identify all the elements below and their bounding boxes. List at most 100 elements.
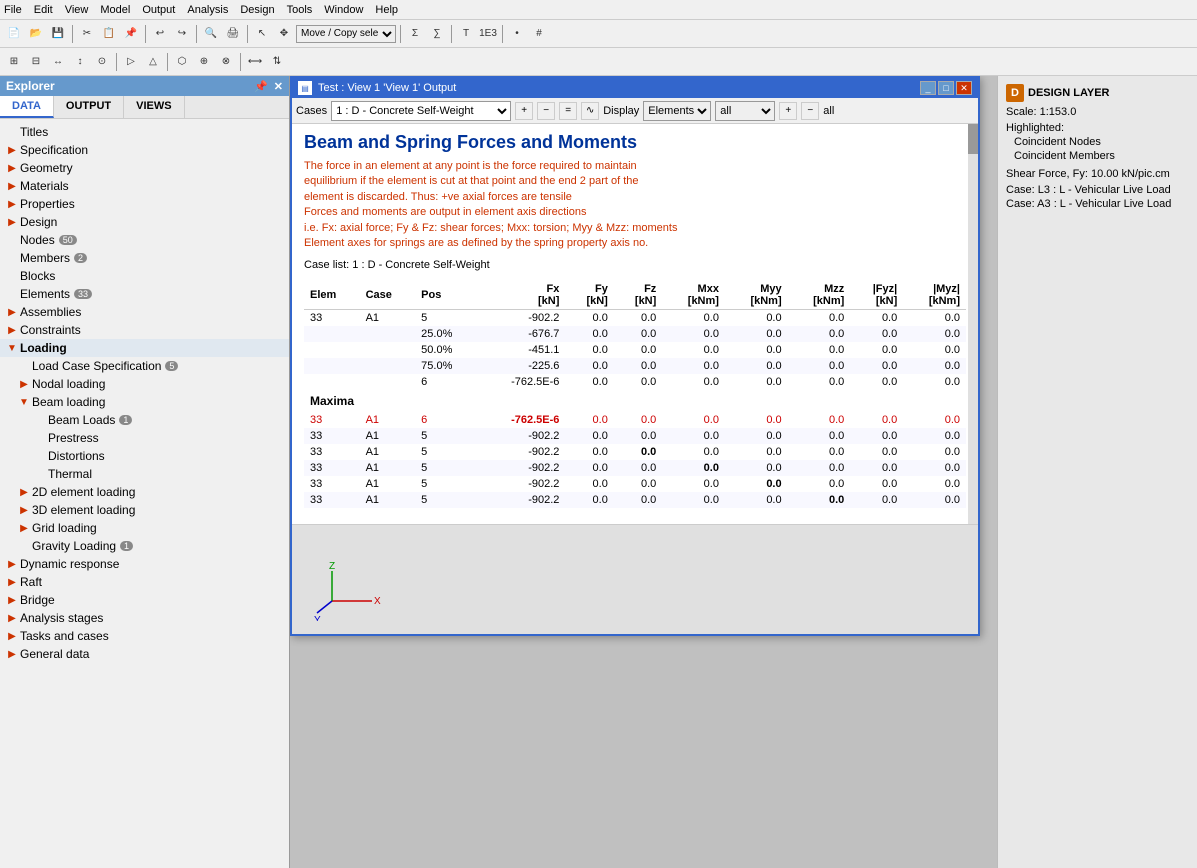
tree-item-2d-element-loading[interactable]: ▶ 2D element loading: [0, 483, 289, 501]
tree-item-blocks[interactable]: Blocks: [0, 267, 289, 285]
mdi-eq-btn[interactable]: =: [559, 102, 577, 120]
tree-item-nodes[interactable]: Nodes 50: [0, 231, 289, 249]
tree-item-raft[interactable]: ▶ Raft: [0, 573, 289, 591]
zoom-btn[interactable]: 🔍: [201, 24, 221, 44]
sum-btn[interactable]: ∑: [427, 24, 447, 44]
case-select[interactable]: 1 : D - Concrete Self-Weight: [331, 101, 511, 121]
print-btn[interactable]: 🖨: [223, 24, 243, 44]
tb2-btn11[interactable]: ⟷: [245, 52, 265, 72]
tree-item-specification[interactable]: ▶ Specification: [0, 141, 289, 159]
tb2-btn9[interactable]: ⊕: [194, 52, 214, 72]
cell-case: A1: [360, 310, 416, 327]
tree-item-general-data[interactable]: ▶ General data: [0, 645, 289, 663]
tree-item-beam-loads[interactable]: Beam Loads 1: [0, 411, 289, 429]
mdi-plus-btn[interactable]: +: [515, 102, 533, 120]
new-btn[interactable]: 📄: [4, 24, 24, 44]
tb2-btn5[interactable]: ⊙: [92, 52, 112, 72]
undo-btn[interactable]: ↩: [150, 24, 170, 44]
text-btn[interactable]: T: [456, 24, 476, 44]
cell-fyz: 0.0: [850, 342, 903, 358]
cell-fz: 0.0: [614, 460, 662, 476]
tree-item-bridge[interactable]: ▶ Bridge: [0, 591, 289, 609]
move-copy-select[interactable]: Move / Copy sele: [296, 25, 396, 43]
tree-item-design[interactable]: ▶ Design: [0, 213, 289, 231]
tree-item-assemblies[interactable]: ▶ Assemblies: [0, 303, 289, 321]
cell-myy: 0.0: [725, 412, 788, 428]
mdi-plus2-btn[interactable]: +: [779, 102, 797, 120]
open-btn[interactable]: 📂: [26, 24, 46, 44]
display-select[interactable]: Elements: [643, 101, 711, 121]
menu-help[interactable]: Help: [375, 4, 398, 16]
tree-item-prestress[interactable]: Prestress: [0, 429, 289, 447]
tree-item-constraints[interactable]: ▶ Constraints: [0, 321, 289, 339]
select-btn[interactable]: ↖: [252, 24, 272, 44]
redo-btn[interactable]: ↪: [172, 24, 192, 44]
menu-analysis[interactable]: Analysis: [187, 4, 228, 16]
node-btn[interactable]: •: [507, 24, 527, 44]
tree-item-3d-element-loading[interactable]: ▶ 3D element loading: [0, 501, 289, 519]
save-btn[interactable]: 💾: [48, 24, 68, 44]
cut-btn[interactable]: ✂: [77, 24, 97, 44]
menu-view[interactable]: View: [65, 4, 89, 16]
tree-item-distortions[interactable]: Distortions: [0, 447, 289, 465]
mdi-minus2-btn[interactable]: −: [801, 102, 819, 120]
tab-views[interactable]: VIEWS: [124, 96, 184, 118]
explorer-close[interactable]: ✕: [274, 80, 283, 93]
menu-window[interactable]: Window: [324, 4, 363, 16]
tb2-btn1[interactable]: ⊞: [4, 52, 24, 72]
tree-item-analysis-stages[interactable]: ▶ Analysis stages: [0, 609, 289, 627]
tree-item-members[interactable]: Members 2: [0, 249, 289, 267]
table-container[interactable]: Beam and Spring Forces and Moments The f…: [292, 124, 978, 524]
menu-file[interactable]: File: [4, 4, 22, 16]
tb2-btn10[interactable]: ⊗: [216, 52, 236, 72]
menu-model[interactable]: Model: [100, 4, 130, 16]
tree-item-dynamic-response[interactable]: ▶ Dynamic response: [0, 555, 289, 573]
annotate-btn[interactable]: 1E3: [478, 24, 498, 44]
mdi-minus-btn[interactable]: −: [537, 102, 555, 120]
tree-item-load-case-spec[interactable]: Load Case Specification 5: [0, 357, 289, 375]
tree-item-tasks-and-cases[interactable]: ▶ Tasks and cases: [0, 627, 289, 645]
grid-btn[interactable]: #: [529, 24, 549, 44]
cell-pos: 5: [415, 492, 478, 508]
all-select[interactable]: all: [715, 101, 775, 121]
table-row: 75.0% -225.6 0.0 0.0 0.0 0.0 0.0 0.0 0.0: [304, 358, 966, 374]
tb2-btn2[interactable]: ⊟: [26, 52, 46, 72]
tab-output[interactable]: OUTPUT: [54, 96, 124, 118]
display-label: Display: [603, 105, 639, 117]
mdi-maximize-btn[interactable]: □: [938, 81, 954, 95]
tree-item-nodal-loading[interactable]: ▶ Nodal loading: [0, 375, 289, 393]
tree-item-grid-loading[interactable]: ▶ Grid loading: [0, 519, 289, 537]
tb2-btn7[interactable]: △: [143, 52, 163, 72]
move-btn[interactable]: ✥: [274, 24, 294, 44]
tb2-btn6[interactable]: ▷: [121, 52, 141, 72]
tree-item-beam-loading[interactable]: ▼ Beam loading: [0, 393, 289, 411]
tree-item-properties[interactable]: ▶ Properties: [0, 195, 289, 213]
sigma-btn[interactable]: Σ: [405, 24, 425, 44]
copy-btn[interactable]: 📋: [99, 24, 119, 44]
tree-item-titles[interactable]: Titles: [0, 123, 289, 141]
mdi-close-btn[interactable]: ✕: [956, 81, 972, 95]
tree-item-elements[interactable]: Elements 33: [0, 285, 289, 303]
menu-tools[interactable]: Tools: [287, 4, 313, 16]
menu-edit[interactable]: Edit: [34, 4, 53, 16]
tree-item-geometry[interactable]: ▶ Geometry: [0, 159, 289, 177]
tb2-btn8[interactable]: ⬡: [172, 52, 192, 72]
paste-btn[interactable]: 📌: [121, 24, 141, 44]
col-myy: Myy[kNm]: [725, 281, 788, 310]
tab-data[interactable]: DATA: [0, 96, 54, 118]
maxima-row: 33 A1 5 -902.2 0.0 0.0 0.0 0.0 0.0 0.0 0…: [304, 444, 966, 460]
tree-item-materials[interactable]: ▶ Materials: [0, 177, 289, 195]
mdi-window-controls: _ □ ✕: [920, 81, 972, 95]
cell-myy: 0.0: [725, 476, 788, 492]
mdi-minimize-btn[interactable]: _: [920, 81, 936, 95]
explorer-pin[interactable]: 📌: [254, 80, 268, 93]
tree-item-thermal[interactable]: Thermal: [0, 465, 289, 483]
menu-output[interactable]: Output: [142, 4, 175, 16]
menu-design[interactable]: Design: [240, 4, 274, 16]
tb2-btn3[interactable]: ↔: [48, 52, 68, 72]
tb2-btn12[interactable]: ⇅: [267, 52, 287, 72]
tree-item-loading[interactable]: ▼ Loading: [0, 339, 289, 357]
tree-item-gravity-loading[interactable]: Gravity Loading 1: [0, 537, 289, 555]
tb2-btn4[interactable]: ↕: [70, 52, 90, 72]
mdi-wave-btn[interactable]: ∿: [581, 102, 599, 120]
